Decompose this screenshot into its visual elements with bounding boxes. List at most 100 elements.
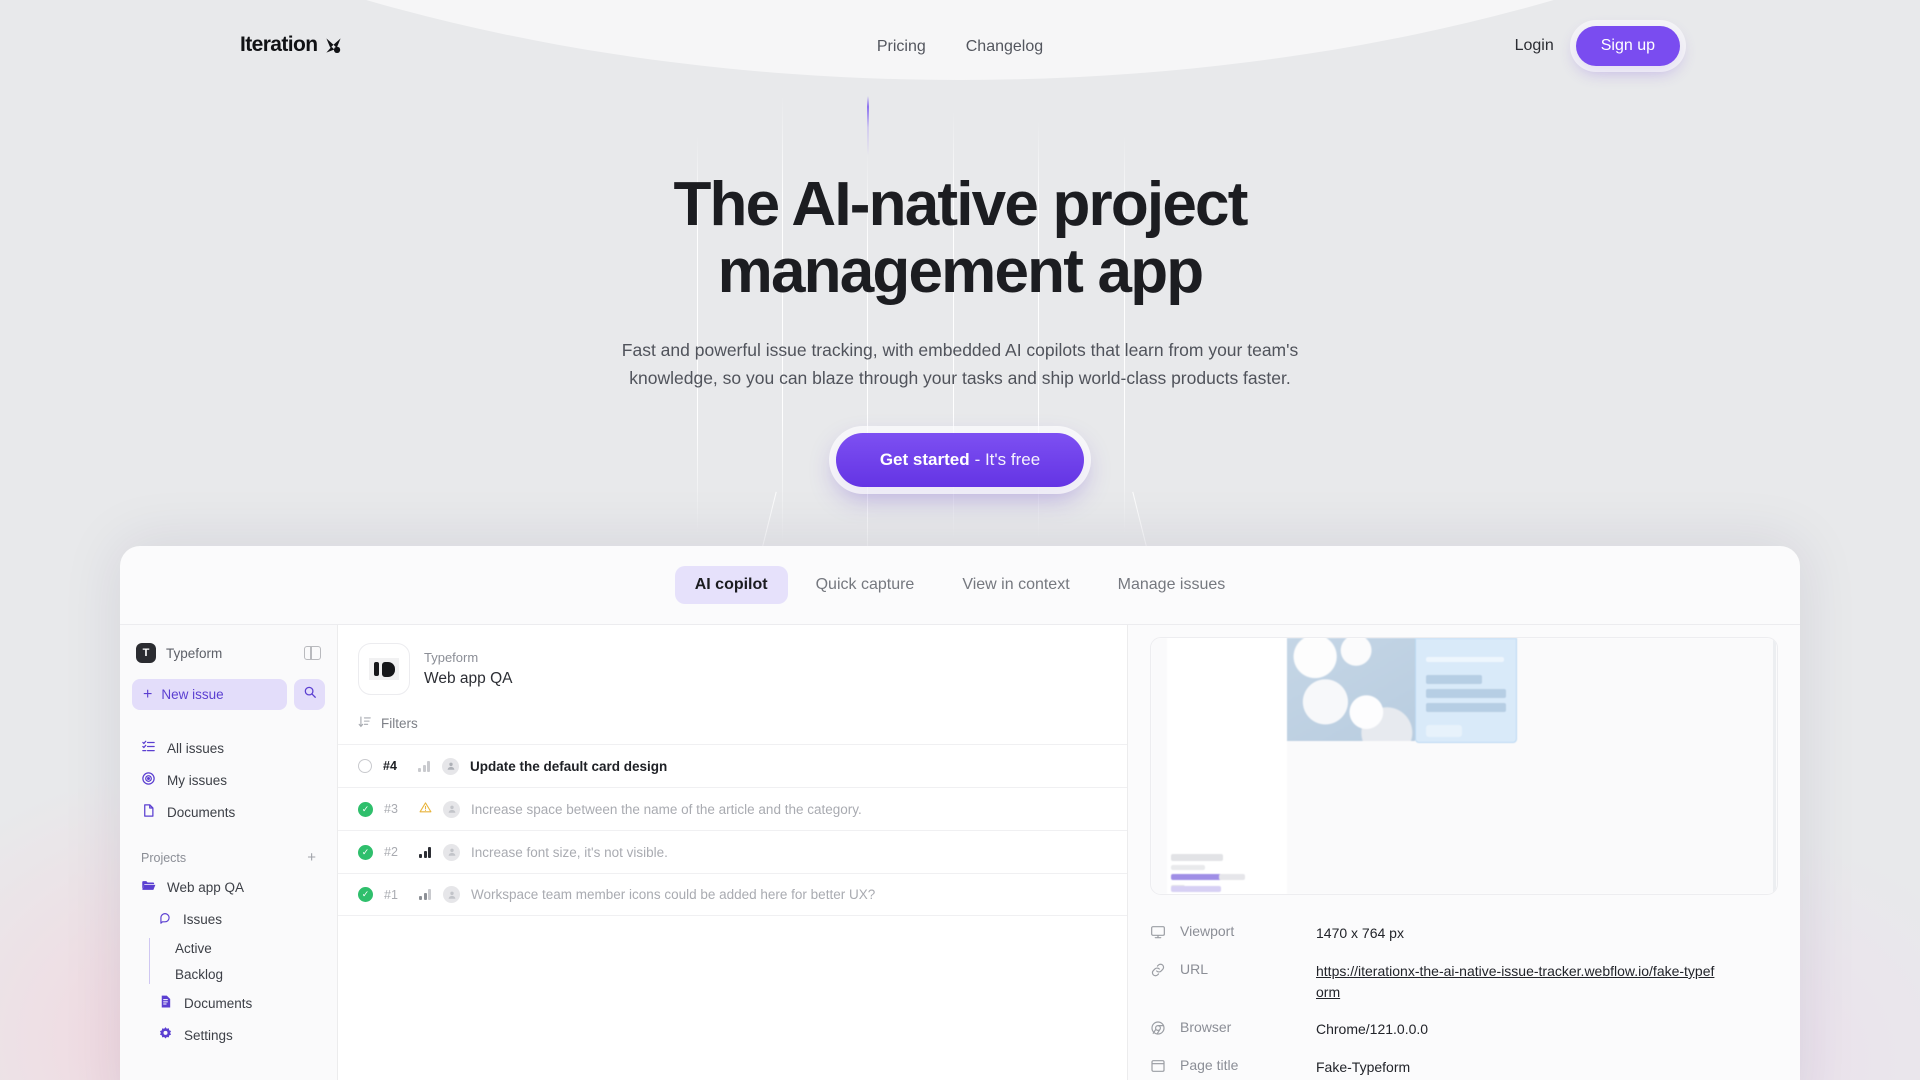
plus-icon: + <box>143 685 153 703</box>
brand-x-icon <box>324 36 343 55</box>
target-icon <box>141 771 156 789</box>
metadata-value: Fake-Typeform <box>1316 1059 1411 1075</box>
new-issue-label: New issue <box>161 687 224 702</box>
tab-manage-issues[interactable]: Manage issues <box>1098 566 1246 604</box>
tab-ai-copilot[interactable]: AI copilot <box>674 566 788 604</box>
status-todo-icon[interactable] <box>358 759 372 773</box>
metadata-url-link[interactable]: https://iterationx-the-ai-native-issue-t… <box>1316 963 1714 1000</box>
hero-title: The AI-native project management app <box>0 170 1920 306</box>
folder-icon <box>141 878 156 896</box>
metadata-label: URL <box>1180 961 1209 977</box>
monitor-icon <box>1150 923 1180 945</box>
metadata-value: Chrome/121.0.0.0 <box>1316 1021 1429 1037</box>
issue-title: Increase space between the name of the a… <box>471 801 862 817</box>
metadata-row-page-title: Page title Fake-Typeform <box>1150 1049 1778 1080</box>
nav-link-pricing[interactable]: Pricing <box>871 34 932 60</box>
metadata-value: 1470 x 764 px <box>1316 925 1404 941</box>
table-row[interactable]: ✓ #1 Workspace team member icons could b… <box>338 873 1127 916</box>
app-sidebar: T Typeform + New issue All issues My iss… <box>120 625 338 1080</box>
get-started-button[interactable]: Get started - It's free <box>835 432 1085 487</box>
priority-icon <box>418 760 431 772</box>
sidebar-item-web-app-qa[interactable]: Web app QA <box>132 871 325 903</box>
priority-warning-icon <box>419 801 432 817</box>
metadata-row-url: URL https://iterationx-the-ai-native-iss… <box>1150 953 1778 1011</box>
priority-icon <box>419 846 432 858</box>
table-row[interactable]: ✓ #3 Increase space between the name of … <box>338 787 1127 830</box>
screenshot-preview[interactable] <box>1150 637 1778 895</box>
login-link[interactable]: Login <box>1515 37 1554 55</box>
typeform-logo-icon <box>358 643 410 695</box>
tab-view-in-context[interactable]: View in context <box>942 566 1089 604</box>
issues-sublist: Active Backlog <box>149 935 325 987</box>
sort-icon <box>358 715 372 732</box>
sidebar-label: Web app QA <box>167 879 245 895</box>
hero-title-line1: The AI-native project <box>673 170 1248 239</box>
sidebar-item-backlog[interactable]: Backlog <box>169 961 325 987</box>
org-name: Typeform <box>424 649 479 665</box>
sidebar-item-all-issues[interactable]: All issues <box>132 732 325 764</box>
issue-id: #3 <box>384 802 398 816</box>
document-icon <box>158 994 173 1012</box>
sublist-guide-line <box>149 938 151 984</box>
table-row[interactable]: #4 Update the default card design <box>338 744 1127 787</box>
page-icon <box>1150 1057 1180 1079</box>
workspace-avatar: T <box>136 643 156 663</box>
add-project-icon[interactable]: + <box>307 850 316 865</box>
sidebar-label: Documents <box>184 995 253 1011</box>
issue-list-panel: Typeform Web app QA Filters #4 Update th… <box>338 625 1128 1080</box>
sidebar-item-my-issues[interactable]: My issues <box>132 764 325 796</box>
sidebar-label: Documents <box>167 804 236 820</box>
nav-links: Pricing Changelog <box>871 34 1049 60</box>
document-icon <box>141 803 156 821</box>
metadata-label: Browser <box>1180 1019 1232 1035</box>
issue-detail-panel: Viewport 1470 x 764 px URL https://itera… <box>1128 625 1800 1080</box>
sidebar-item-settings[interactable]: Settings <box>149 1019 325 1051</box>
metadata-row-browser: Browser Chrome/121.0.0.0 <box>1150 1011 1778 1049</box>
list-icon <box>141 739 156 757</box>
metadata-row-viewport: Viewport 1470 x 764 px <box>1150 915 1778 953</box>
signup-button[interactable]: Sign up <box>1575 26 1680 66</box>
sidebar-item-issues[interactable]: Issues <box>149 903 325 935</box>
status-done-icon[interactable]: ✓ <box>358 801 373 817</box>
browser-icon <box>1150 1019 1180 1041</box>
sidebar-item-documents[interactable]: Documents <box>132 796 325 828</box>
landing-page: Iteration Pricing Changelog Login Sign u… <box>0 0 1920 1080</box>
filters-button[interactable]: Filters <box>338 709 1127 744</box>
projects-section-header: Projects + <box>141 850 316 865</box>
preview-scrollbar[interactable] <box>1773 639 1776 893</box>
projects-label: Projects <box>141 850 187 865</box>
sidebar-label: Settings <box>184 1027 233 1043</box>
link-icon <box>1150 961 1180 983</box>
sidebar-item-project-documents[interactable]: Documents <box>149 987 325 1019</box>
avatar <box>443 800 460 818</box>
status-done-icon[interactable]: ✓ <box>358 887 373 902</box>
table-row[interactable]: ✓ #2 Increase font size, it's not visibl… <box>338 830 1127 873</box>
sidebar-label: Issues <box>183 911 223 927</box>
sidebar-item-active[interactable]: Active <box>169 935 325 961</box>
issue-title: Increase font size, it's not visible. <box>471 844 668 860</box>
cta-bold-text: Get started <box>879 449 970 469</box>
metadata-list: Viewport 1470 x 764 px URL https://itera… <box>1150 915 1778 1080</box>
brand-logo-text: Iteration <box>240 33 318 56</box>
status-done-icon[interactable]: ✓ <box>358 844 373 860</box>
project-title: Web app QA <box>424 670 513 688</box>
new-issue-button[interactable]: + New issue <box>132 679 287 710</box>
cta-sub-text: - It's free <box>974 449 1041 469</box>
nav-actions: Login Sign up <box>1515 26 1680 66</box>
priority-icon <box>419 889 432 900</box>
workspace-switcher[interactable]: T Typeform <box>132 639 325 663</box>
avatar <box>443 843 460 861</box>
tab-quick-capture[interactable]: Quick capture <box>796 566 935 604</box>
project-header: Typeform Web app QA <box>338 625 1127 709</box>
product-preview-shell: AI copilot Quick capture View in context… <box>120 546 1800 1080</box>
sidebar-nav: All issues My issues Documents <box>132 732 325 828</box>
toggle-sidebar-icon[interactable] <box>304 646 321 660</box>
metadata-label: Viewport <box>1180 923 1235 939</box>
issue-id: #2 <box>384 845 398 859</box>
comment-icon <box>158 911 172 928</box>
brand-logo[interactable]: Iteration <box>240 33 343 57</box>
workspace-name: Typeform <box>166 645 223 661</box>
nav-link-changelog[interactable]: Changelog <box>960 34 1049 60</box>
search-button[interactable] <box>294 679 325 710</box>
search-icon <box>303 685 317 704</box>
